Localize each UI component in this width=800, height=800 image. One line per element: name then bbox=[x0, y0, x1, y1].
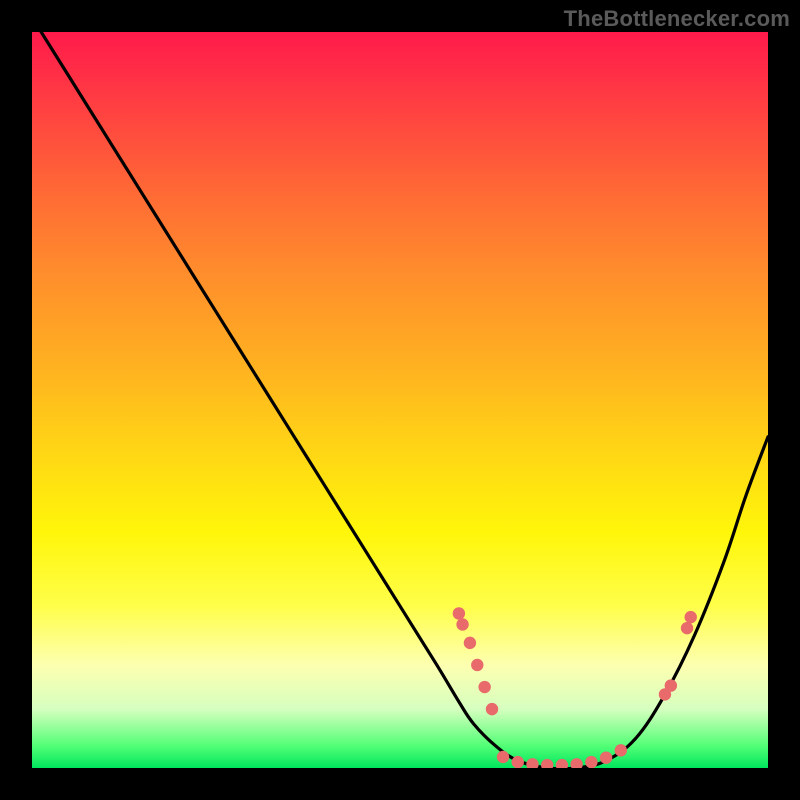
data-marker bbox=[453, 607, 465, 619]
data-marker bbox=[478, 681, 490, 693]
marker-group bbox=[453, 607, 697, 768]
data-marker bbox=[456, 618, 468, 630]
data-marker bbox=[541, 759, 553, 768]
data-marker bbox=[585, 756, 597, 768]
data-marker bbox=[526, 758, 538, 768]
data-marker bbox=[556, 759, 568, 768]
data-marker bbox=[570, 758, 582, 768]
data-marker bbox=[512, 756, 524, 768]
bottleneck-curve bbox=[32, 32, 768, 768]
data-marker bbox=[615, 744, 627, 756]
chart-frame: TheBottlenecker.com bbox=[0, 0, 800, 800]
plot-area bbox=[32, 32, 768, 768]
data-marker bbox=[685, 611, 697, 623]
data-marker bbox=[486, 703, 498, 715]
data-marker bbox=[681, 622, 693, 634]
data-marker bbox=[600, 751, 612, 763]
data-marker bbox=[464, 637, 476, 649]
data-marker bbox=[471, 659, 483, 671]
data-marker bbox=[497, 751, 509, 763]
curve-layer bbox=[32, 32, 768, 768]
branding-watermark: TheBottlenecker.com bbox=[564, 6, 790, 32]
data-marker bbox=[665, 679, 677, 691]
